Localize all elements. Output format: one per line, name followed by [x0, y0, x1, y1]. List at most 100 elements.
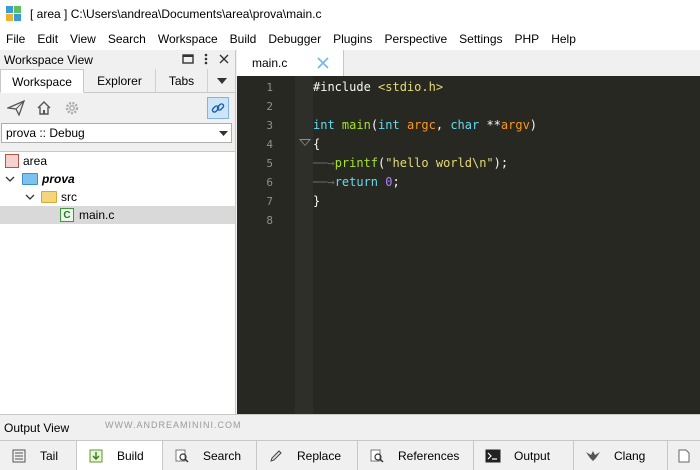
punct-token: );: [493, 156, 509, 170]
tab-search[interactable]: Search: [163, 441, 257, 470]
punct-token: ;: [392, 175, 400, 189]
dragon-icon: [584, 447, 602, 465]
workspace-icon: [5, 154, 19, 168]
menu-search[interactable]: Search: [102, 28, 152, 50]
menu-plugins[interactable]: Plugins: [327, 28, 378, 50]
watermark: WWW.ANDREAMININI.COM: [105, 420, 242, 430]
gear-icon[interactable]: [62, 98, 82, 118]
maximize-icon[interactable]: [181, 52, 195, 66]
fold-arrow-icon[interactable]: [299, 139, 311, 146]
search-icon: [173, 447, 191, 465]
code-line-1: #include <stdio.h>: [313, 78, 443, 97]
menu-settings[interactable]: Settings: [453, 28, 508, 50]
keyword-token: int: [313, 118, 342, 132]
tab-build[interactable]: Build: [77, 441, 163, 470]
chevron-down-icon[interactable]: [24, 191, 36, 203]
tree-item-label: area: [23, 154, 48, 168]
tab-replace[interactable]: Replace: [257, 441, 358, 470]
tab-explorer[interactable]: Explorer: [84, 69, 156, 93]
close-icon[interactable]: [217, 52, 231, 66]
configuration-value: prova :: Debug: [6, 126, 85, 140]
tree-item-label: prova: [42, 172, 75, 186]
chevron-down-icon: [215, 124, 231, 142]
line-number: 1: [266, 81, 273, 94]
string-token: "hello world\n": [385, 156, 494, 170]
menu-file[interactable]: File: [0, 28, 31, 50]
menu-workspace[interactable]: Workspace: [152, 28, 224, 50]
punct-token: **: [486, 118, 501, 132]
tab-clang[interactable]: Clang: [574, 441, 668, 470]
tab-label: Search: [203, 449, 242, 463]
app-logo-icon: [6, 6, 22, 22]
code-line-3: int main(int argc, char **argv): [313, 116, 537, 135]
tab-tabs[interactable]: Tabs: [156, 69, 208, 93]
close-icon[interactable]: [315, 55, 331, 71]
tree-item-workspace[interactable]: area: [0, 152, 235, 170]
output-tabs: Tail Build Search Replace References Out…: [0, 440, 700, 470]
tree-item-label: src: [61, 190, 77, 204]
link-editor-button[interactable]: [207, 97, 229, 119]
tab-workspace[interactable]: Workspace: [0, 69, 84, 93]
tree-item-label: main.c: [79, 208, 115, 222]
punct-token: }: [313, 194, 321, 208]
menu-php[interactable]: PHP: [509, 28, 546, 50]
folder-icon: [41, 191, 57, 203]
tab-marker-icon: ──→: [313, 156, 335, 170]
workspace-tabs: Workspace Explorer Tabs: [0, 69, 235, 93]
fold-margin: [295, 76, 313, 414]
code-editor[interactable]: 1 2 3 4 5 6 7 8 #include <stdio.h> int m…: [237, 76, 700, 414]
tree-item-project[interactable]: prova: [0, 170, 235, 188]
tab-label: Output: [514, 449, 551, 463]
tab-extra[interactable]: [668, 441, 700, 470]
menu-view[interactable]: View: [64, 28, 102, 50]
number-token: 0: [385, 175, 393, 189]
tab-label: Tail: [40, 449, 59, 463]
tree-item-folder[interactable]: src: [0, 188, 235, 206]
keyword-token: return: [334, 175, 386, 189]
punct-token: ,: [435, 118, 451, 132]
line-number-gutter: 1 2 3 4 5 6 7 8: [237, 76, 295, 414]
project-folder-icon: [22, 173, 38, 185]
line-number: 2: [266, 100, 273, 113]
menu-perspective[interactable]: Perspective: [378, 28, 453, 50]
param-token: argc: [406, 118, 436, 132]
line-number: 3: [266, 119, 273, 132]
editor-tab-main-c[interactable]: main.c: [237, 50, 344, 76]
editor-tab-label: main.c: [252, 56, 288, 70]
tab-label: Clang: [614, 449, 646, 463]
keyword-token: char: [450, 118, 487, 132]
search-icon: [368, 447, 386, 465]
chevron-down-icon[interactable]: [4, 173, 16, 185]
tab-label: Build: [117, 449, 144, 463]
code-line-6: ──→return 0;: [313, 173, 400, 192]
menu-build[interactable]: Build: [224, 28, 263, 50]
line-number: 6: [266, 176, 273, 189]
tab-tail[interactable]: Tail: [0, 441, 77, 470]
tab-label: References: [398, 449, 460, 463]
menu-help[interactable]: Help: [545, 28, 582, 50]
workspace-panel: Workspace View Workspace Explorer Tabs p…: [0, 50, 236, 414]
workspace-view-header: Workspace View: [0, 50, 235, 69]
keyword-token: int: [378, 118, 407, 132]
preprocessor-token: #include: [313, 80, 379, 94]
list-icon: [10, 447, 28, 465]
window-title: [ area ] C:\Users\andrea\Documents\area\…: [30, 7, 322, 21]
tabs-dropdown-button[interactable]: [208, 69, 235, 93]
punct-token: (: [370, 118, 379, 132]
send-icon[interactable]: [6, 98, 26, 118]
tab-output[interactable]: Output: [474, 441, 574, 470]
menu-edit[interactable]: Edit: [31, 28, 64, 50]
param-token: argv: [500, 118, 530, 132]
function-name-token: printf: [334, 156, 379, 170]
configuration-select[interactable]: prova :: Debug: [1, 123, 232, 143]
menu-debugger[interactable]: Debugger: [262, 28, 327, 50]
punct-token: ): [529, 118, 538, 132]
workspace-toolbar: [0, 93, 235, 123]
tree-item-file[interactable]: C main.c: [0, 206, 235, 224]
home-icon[interactable]: [34, 98, 54, 118]
tab-references[interactable]: References: [358, 441, 474, 470]
code-line-7: }: [313, 192, 320, 211]
menu-dots-icon[interactable]: [199, 52, 213, 66]
include-path-token: <stdio.h>: [378, 80, 444, 94]
tab-label: Replace: [297, 449, 342, 463]
